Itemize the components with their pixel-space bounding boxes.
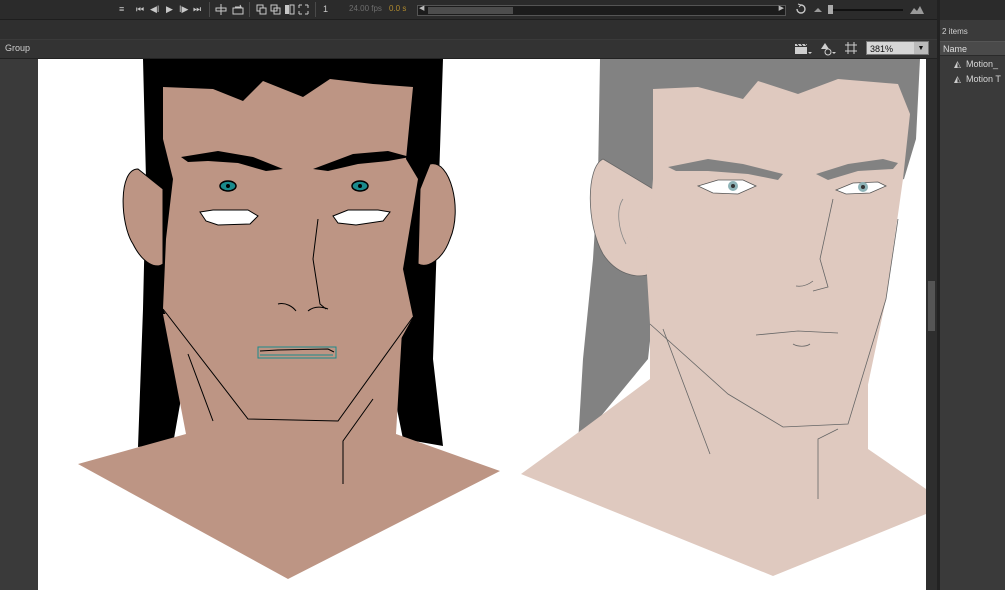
library-panel: 2 items Name ◭ Motion_ ◭ Motion T	[940, 0, 1005, 590]
scroll-right-icon[interactable]: ▶	[779, 4, 784, 12]
snap-grid-icon[interactable]	[845, 42, 857, 54]
go-to-last-frame-icon[interactable]: ⏭	[193, 3, 201, 15]
frame-rate-readout[interactable]: 24.00 fps	[349, 3, 382, 15]
chevron-down-icon[interactable]: ▼	[914, 42, 928, 54]
elapsed-time-readout[interactable]: 0.0 s	[389, 3, 406, 15]
motion-tween-icon: ◭	[954, 59, 961, 69]
edit-multiple-frames-icon[interactable]	[284, 4, 295, 15]
library-item[interactable]: ◭ Motion T	[954, 73, 1001, 86]
scroll-left-icon[interactable]: ◀	[419, 4, 424, 12]
timeline-zoom-slider[interactable]	[828, 5, 903, 14]
play-icon[interactable]: ▶	[166, 3, 173, 15]
zoom-in-timeline-icon[interactable]	[910, 5, 924, 14]
modify-markers-icon[interactable]	[298, 4, 309, 15]
rewind-loop-icon[interactable]	[795, 3, 807, 15]
step-forward-icon[interactable]: I▶	[179, 3, 188, 15]
zoom-level-select[interactable]: 381% ▼	[866, 41, 929, 55]
center-frame-icon[interactable]	[215, 4, 227, 15]
library-panel-tabstrip	[940, 0, 1005, 20]
timeline-layer-area	[0, 20, 937, 39]
loop-icon[interactable]	[232, 4, 244, 15]
breadcrumb[interactable]: Group	[5, 43, 30, 53]
scene-clapper-icon[interactable]	[794, 42, 812, 56]
library-item-label: Motion T	[966, 74, 1001, 84]
timeline-zoom-slider-knob[interactable]	[828, 5, 833, 14]
edit-bar: Group 381% ▼	[0, 40, 937, 59]
timeline-menu-icon[interactable]: ≡	[119, 3, 124, 15]
toolbar-separator	[209, 2, 210, 17]
toolbar-separator	[315, 2, 316, 17]
zoom-level-value: 381%	[870, 44, 894, 54]
current-frame-number: 1	[323, 4, 329, 14]
library-column-name[interactable]: Name	[940, 41, 1005, 56]
onion-skin-icon[interactable]	[256, 4, 267, 15]
stage-scroll-thumb[interactable]	[928, 281, 935, 331]
timeline-toolbar: ≡ ⏮ ◀I ▶ I▶ ⏭ 1 24.00 fps 0.0 s ◀ ▶	[0, 0, 937, 20]
library-item[interactable]: ◭ Motion_	[954, 58, 998, 71]
onion-skin-outlines-icon[interactable]	[270, 4, 281, 15]
motion-tween-icon: ◭	[954, 74, 961, 84]
zoom-out-timeline-icon[interactable]	[814, 7, 822, 13]
stage-canvas[interactable]	[38, 59, 926, 590]
stage-vertical-scrollbar[interactable]	[926, 59, 937, 590]
edit-symbols-icon[interactable]	[818, 42, 838, 56]
library-item-count: 2 items	[942, 27, 968, 36]
left-ear-right	[417, 163, 456, 266]
go-to-first-frame-icon[interactable]: ⏮	[136, 3, 144, 15]
timeline-scroll-thumb[interactable]	[428, 7, 513, 14]
left-character[interactable]	[78, 59, 500, 579]
step-back-icon[interactable]: ◀I	[150, 3, 159, 15]
toolbar-separator	[249, 2, 250, 17]
artwork	[78, 59, 926, 579]
right-character[interactable]	[521, 59, 926, 576]
timeline-scrollbar[interactable]: ◀ ▶	[417, 5, 786, 16]
library-item-label: Motion_	[966, 59, 999, 69]
